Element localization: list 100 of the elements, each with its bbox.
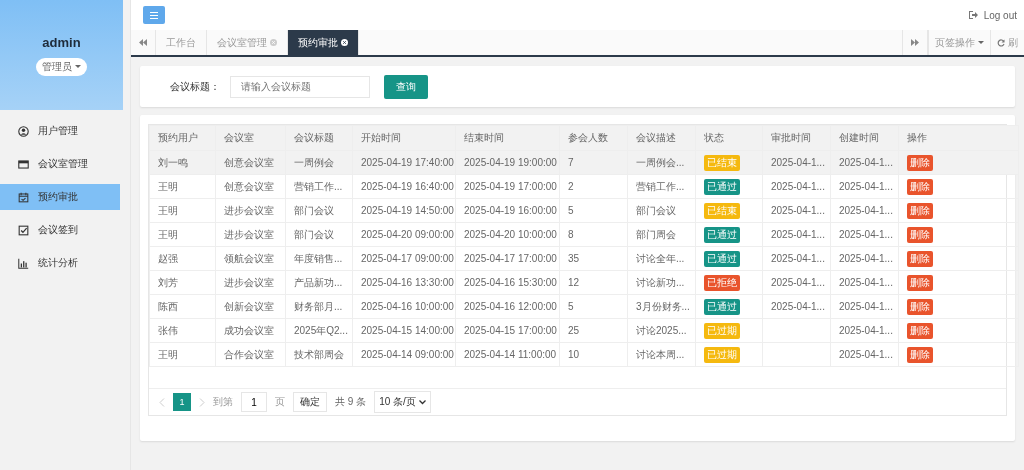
sidebar-item[interactable]: 预约审批 <box>0 184 120 210</box>
table-cell: 产品新功... <box>285 270 353 295</box>
column-header: 预约用户 <box>149 125 216 151</box>
table-cell: 讨论全年... <box>627 246 696 271</box>
table-cell: 12 <box>559 270 628 295</box>
page-size-dropdown[interactable]: 10 条/页 <box>374 391 431 413</box>
title-search-field[interactable]: 请输入会议标题 <box>230 75 370 98</box>
role-dropdown[interactable]: 管理员 <box>36 57 87 76</box>
page-actions-dropdown[interactable]: 页签操作 <box>928 30 990 55</box>
tab[interactable]: 工作台 <box>156 30 207 55</box>
delete-button[interactable]: 删除 <box>907 202 933 219</box>
goto-label: 到第 <box>213 395 233 409</box>
table-cell: 创意会议室 <box>215 174 286 199</box>
table-cell: 王明 <box>149 342 216 367</box>
column-header: 结束时间 <box>455 125 560 151</box>
table-cell: 2025-04-1... <box>830 246 899 271</box>
tab[interactable]: 预约审批 <box>288 30 359 55</box>
table-cell: 2025-04-16 12:00:00 <box>455 294 560 319</box>
chevron-down-icon <box>418 399 426 405</box>
table-cell: 8 <box>559 222 628 247</box>
column-header: 会议标题 <box>285 125 353 151</box>
delete-button[interactable]: 删除 <box>907 250 933 267</box>
table-cell: 2025-04-19 17:00:00 <box>455 174 560 199</box>
table-cell: 部门会议 <box>285 198 353 223</box>
table-cell: 年度销售... <box>285 246 353 271</box>
table-cell: 合作会议室 <box>215 342 286 367</box>
table-cell: 成功会议室 <box>215 318 286 343</box>
table-cell: 2025-04-16 10:00:00 <box>352 294 456 319</box>
previous-icon[interactable] <box>159 397 165 407</box>
table-cell: 领航会议室 <box>215 246 286 271</box>
table-cell: 王明 <box>149 198 216 223</box>
table-cell: 张伟 <box>149 318 216 343</box>
confirm-button[interactable]: 确定 <box>293 392 327 412</box>
logout-link[interactable]: Log out <box>968 9 1017 21</box>
delete-button[interactable]: 删除 <box>907 274 933 291</box>
table-cell: 营销工作... <box>285 174 353 199</box>
table-cell: 部门会议 <box>627 198 696 223</box>
delete-button[interactable]: 删除 <box>907 346 933 363</box>
sidebar-item[interactable]: 用户管理 <box>0 118 120 144</box>
page-button[interactable]: 1 <box>173 393 191 411</box>
page-unit-label: 页 <box>275 395 285 409</box>
table-cell: 2025-04-1... <box>762 198 831 223</box>
delete-button[interactable]: 删除 <box>907 226 933 243</box>
monitor-icon <box>18 158 29 170</box>
table-cell: 进步会议室 <box>215 270 286 295</box>
page-field[interactable]: 1 <box>241 392 267 412</box>
table-cell: 2025年Q2... <box>285 318 353 343</box>
table-cell: 2025-04-19 14:50:00 <box>352 198 456 223</box>
table-cell: 讨论本周... <box>627 342 696 367</box>
checkbox-icon <box>18 224 29 236</box>
next-icon[interactable] <box>199 397 205 407</box>
status-tag: 已通过 <box>704 178 740 195</box>
fast-forward-icon[interactable] <box>911 39 919 46</box>
table-cell: 2025-04-1... <box>830 174 899 199</box>
delete-button[interactable]: 删除 <box>907 154 933 171</box>
close-icon[interactable] <box>341 39 348 46</box>
table-cell: 2025-04-1... <box>830 318 899 343</box>
table-cell: 2025-04-14 11:00:00 <box>455 342 560 367</box>
table-cell: 2025-04-19 16:40:00 <box>352 174 456 199</box>
table-cell: 创新会议室 <box>215 294 286 319</box>
search-button[interactable]: 查询 <box>384 74 428 99</box>
table-cell: 2025-04-20 09:00:00 <box>352 222 456 247</box>
table-cell: 2025-04-14 09:00:00 <box>352 342 456 367</box>
table-cell: 讨论2025... <box>627 318 696 343</box>
bar-chart-icon <box>18 257 29 269</box>
total-count: 共 9 条 <box>335 395 367 409</box>
table-cell: 2025-04-1... <box>830 222 899 247</box>
column-header: 开始时间 <box>352 125 456 151</box>
delete-button[interactable]: 删除 <box>907 178 933 195</box>
table-cell: 王明 <box>149 174 216 199</box>
table-cell: 2025-04-19 19:00:00 <box>455 150 560 175</box>
table-cell: 2025-04-1... <box>762 294 831 319</box>
table-cell: 25 <box>559 318 628 343</box>
table-cell: 2025-04-1... <box>762 222 831 247</box>
table-cell: 2025-04-19 16:00:00 <box>455 198 560 223</box>
calendar-icon <box>18 191 29 203</box>
status-tag: 已结束 <box>704 154 740 171</box>
table-cell: 5 <box>559 198 628 223</box>
rewind-icon[interactable] <box>139 39 147 46</box>
column-header: 操作 <box>898 125 1019 151</box>
table-cell: 2025-04-1... <box>762 270 831 295</box>
delete-button[interactable]: 删除 <box>907 322 933 339</box>
sidebar-item[interactable]: 会议签到 <box>0 217 120 243</box>
table-cell: 2025-04-15 17:00:00 <box>455 318 560 343</box>
sidebar-item[interactable]: 统计分析 <box>0 250 120 276</box>
column-header: 会议描述 <box>627 125 696 151</box>
refresh-button[interactable]: 刷 <box>990 30 1024 55</box>
table-cell: 35 <box>559 246 628 271</box>
table-cell: 2025-04-1... <box>830 198 899 223</box>
sidebar-item[interactable]: 会议室管理 <box>0 151 120 177</box>
menu-icon <box>150 11 158 19</box>
table-cell: 财务部月... <box>285 294 353 319</box>
table-cell: 赵强 <box>149 246 216 271</box>
table-cell: 3月份财务... <box>627 294 696 319</box>
status-tag: 已通过 <box>704 250 740 267</box>
table-cell: 2025-04-1... <box>830 270 899 295</box>
delete-button[interactable]: 删除 <box>907 298 933 315</box>
column-header: 状态 <box>695 125 763 151</box>
menu-button[interactable] <box>143 6 165 24</box>
status-tag: 已通过 <box>704 298 740 315</box>
